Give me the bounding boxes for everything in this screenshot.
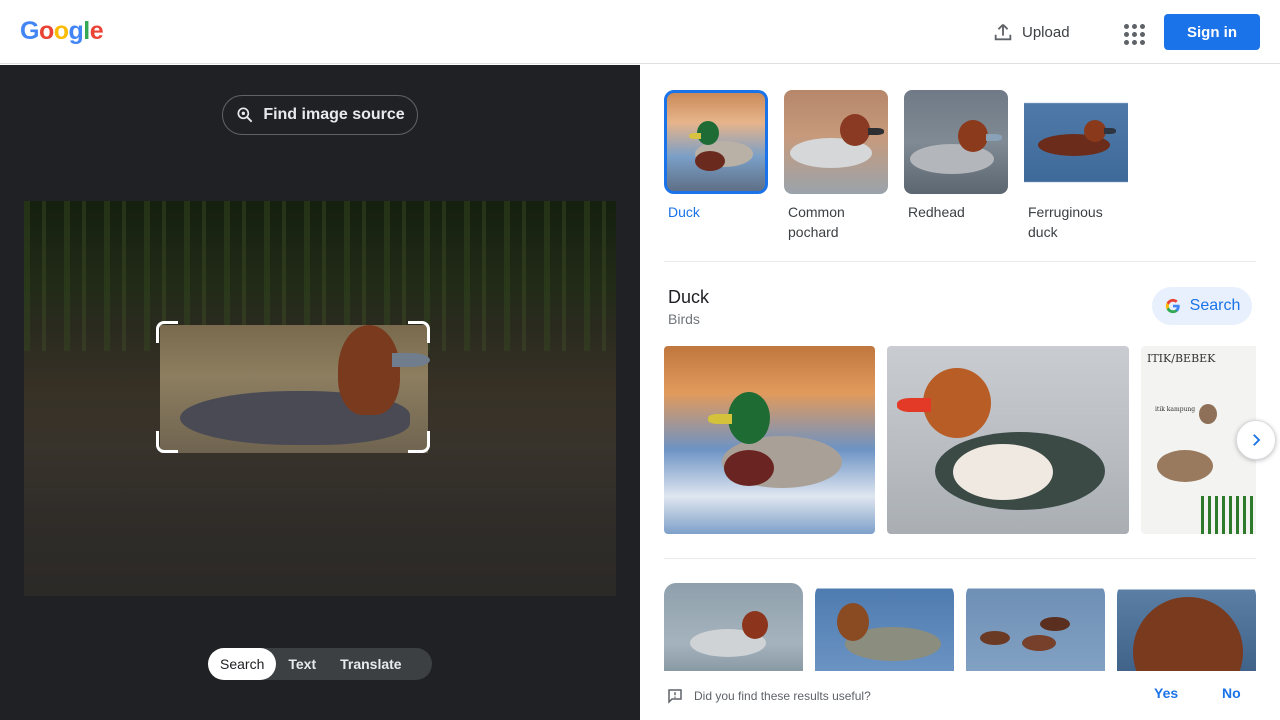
duck-head-shape — [338, 325, 400, 415]
next-arrow-button[interactable] — [1236, 420, 1276, 460]
google-search-button[interactable]: Search — [1152, 287, 1252, 325]
logo-letter: G — [20, 17, 39, 45]
sign-in-button[interactable]: Sign in — [1164, 14, 1260, 50]
chip-common-pochard[interactable]: Common pochard — [784, 90, 888, 242]
google-logo[interactable]: Google — [20, 17, 104, 46]
result-image[interactable] — [815, 583, 954, 671]
entity-subtitle: Birds — [668, 311, 700, 327]
logo-letter: o — [53, 17, 69, 45]
crop-handle-bottom-left[interactable] — [156, 431, 178, 453]
duck-bill-shape — [392, 353, 430, 367]
mode-switcher: Search Text Translate — [208, 648, 432, 680]
apps-grid-icon[interactable] — [1118, 18, 1146, 46]
result-image[interactable] — [664, 583, 803, 671]
chip-label: Duck — [668, 204, 700, 220]
chip-label: Redhead — [908, 204, 965, 220]
result-image[interactable] — [1117, 583, 1256, 671]
find-image-source-label: Find image source — [263, 106, 405, 123]
crop-handle-top-right[interactable] — [408, 321, 430, 343]
image-viewer-pane: Find image source Search Text Translate — [0, 65, 640, 720]
upload-button[interactable]: Upload — [992, 18, 1070, 46]
upload-icon — [994, 24, 1012, 41]
lens-search-icon — [237, 107, 253, 123]
result-image[interactable] — [966, 583, 1105, 671]
upload-label: Upload — [1022, 23, 1070, 41]
visual-matches-row: ITIK/BEBEK itik kampung — [664, 346, 1256, 534]
chip-thumbnail — [1024, 90, 1128, 194]
logo-letter: o — [38, 17, 54, 45]
chip-redhead[interactable]: Redhead — [904, 90, 1008, 242]
feedback-bar: Did you find these results useful? Yes N… — [640, 671, 1280, 720]
logo-letter: g — [68, 17, 84, 45]
google-g-icon — [1165, 298, 1180, 314]
refine-chips: Duck Common pochard Redhead Ferruginous … — [664, 90, 1128, 242]
chip-thumbnail — [664, 90, 768, 194]
uploaded-photo[interactable] — [24, 201, 616, 596]
divider — [664, 261, 1256, 262]
result-image[interactable] — [664, 346, 875, 534]
divider — [664, 558, 1256, 559]
feedback-question: Did you find these results useful? — [694, 689, 871, 703]
more-results-row — [664, 583, 1256, 671]
chip-label: Ferruginous duck — [1028, 204, 1103, 240]
logo-letter: e — [89, 17, 104, 45]
crop-handle-bottom-right[interactable] — [408, 431, 430, 453]
feedback-yes-button[interactable]: Yes — [1154, 685, 1178, 701]
chip-thumbnail — [784, 90, 888, 194]
top-bar: Google Upload Sign in — [0, 0, 1280, 64]
crop-handle-top-left[interactable] — [156, 321, 178, 343]
result-image[interactable] — [887, 346, 1129, 534]
chip-thumbnail — [904, 90, 1008, 194]
feedback-no-button[interactable]: No — [1222, 685, 1241, 701]
chip-duck[interactable]: Duck — [664, 90, 768, 242]
chevron-right-icon — [1253, 434, 1261, 446]
selection-region[interactable] — [160, 325, 430, 453]
google-search-label: Search — [1189, 297, 1241, 314]
chip-ferruginous-duck[interactable]: Ferruginous duck — [1024, 90, 1128, 242]
mode-search[interactable]: Search — [208, 648, 277, 680]
entity-title: Duck — [668, 287, 710, 307]
result-heading-text: ITIK/BEBEK — [1147, 352, 1216, 365]
find-image-source-button[interactable]: Find image source — [222, 95, 418, 135]
feedback-icon — [668, 689, 682, 704]
mode-text[interactable]: Text — [276, 648, 328, 680]
chip-label: Common pochard — [788, 204, 845, 240]
result-caption-text: itik kampung — [1155, 406, 1196, 413]
results-pane: Duck Common pochard Redhead Ferruginous … — [640, 65, 1280, 720]
mode-translate[interactable]: Translate — [328, 648, 413, 680]
